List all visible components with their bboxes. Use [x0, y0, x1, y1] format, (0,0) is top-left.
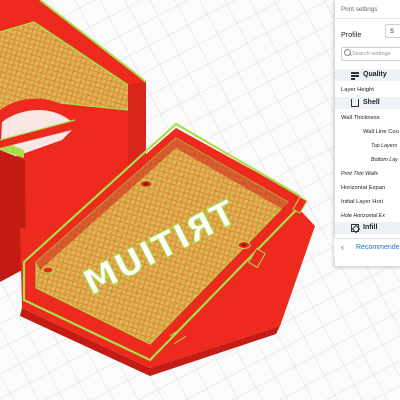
search-settings-input[interactable]: Search settings — [341, 47, 400, 61]
recommended-label: Recommende — [356, 244, 400, 251]
setting-layer-height[interactable]: Layer Height — [341, 87, 374, 93]
category-infill[interactable]: Infill — [341, 222, 400, 234]
setting-wall-line-count[interactable]: Wall Line Cou — [363, 129, 399, 135]
setting-horizontal-expansion[interactable]: Horizontal Expan — [341, 185, 385, 191]
setting-hole-horizontal[interactable]: Hole Horizontal Ex — [341, 213, 385, 219]
category-shell-label: Shell — [363, 99, 380, 106]
standoff — [139, 180, 153, 188]
print-settings-panel: Print settings Profile S Search settings… — [334, 0, 400, 267]
setting-print-thin-walls[interactable]: Print Thin Walls — [341, 171, 378, 177]
panel-title: Print settings — [341, 6, 378, 13]
category-infill-label: Infill — [363, 224, 378, 231]
profile-select[interactable]: S — [385, 24, 400, 38]
search-icon — [344, 49, 351, 56]
infill-icon — [351, 224, 359, 232]
setting-top-layers[interactable]: Top Layers — [371, 143, 397, 149]
chevron-left-icon: ‹ — [341, 242, 344, 252]
divider — [335, 18, 400, 19]
shell-icon — [351, 99, 359, 107]
standoff — [237, 241, 251, 249]
standoff — [42, 266, 54, 274]
search-placeholder: Search settings — [352, 51, 391, 57]
category-shell[interactable]: Shell — [341, 97, 400, 109]
setting-wall-thickness[interactable]: Wall Thickness — [341, 115, 380, 121]
setting-initial-layer-horizontal[interactable]: Initial Layer Hori — [341, 199, 383, 205]
category-quality-label: Quality — [363, 71, 387, 78]
setting-bottom-layers[interactable]: Bottom Lay — [371, 157, 398, 163]
category-quality[interactable]: Quality — [341, 69, 400, 81]
quality-icon — [351, 71, 359, 80]
recommended-button[interactable]: ‹ Recommende — [334, 238, 400, 257]
profile-label: Profile — [341, 30, 362, 39]
